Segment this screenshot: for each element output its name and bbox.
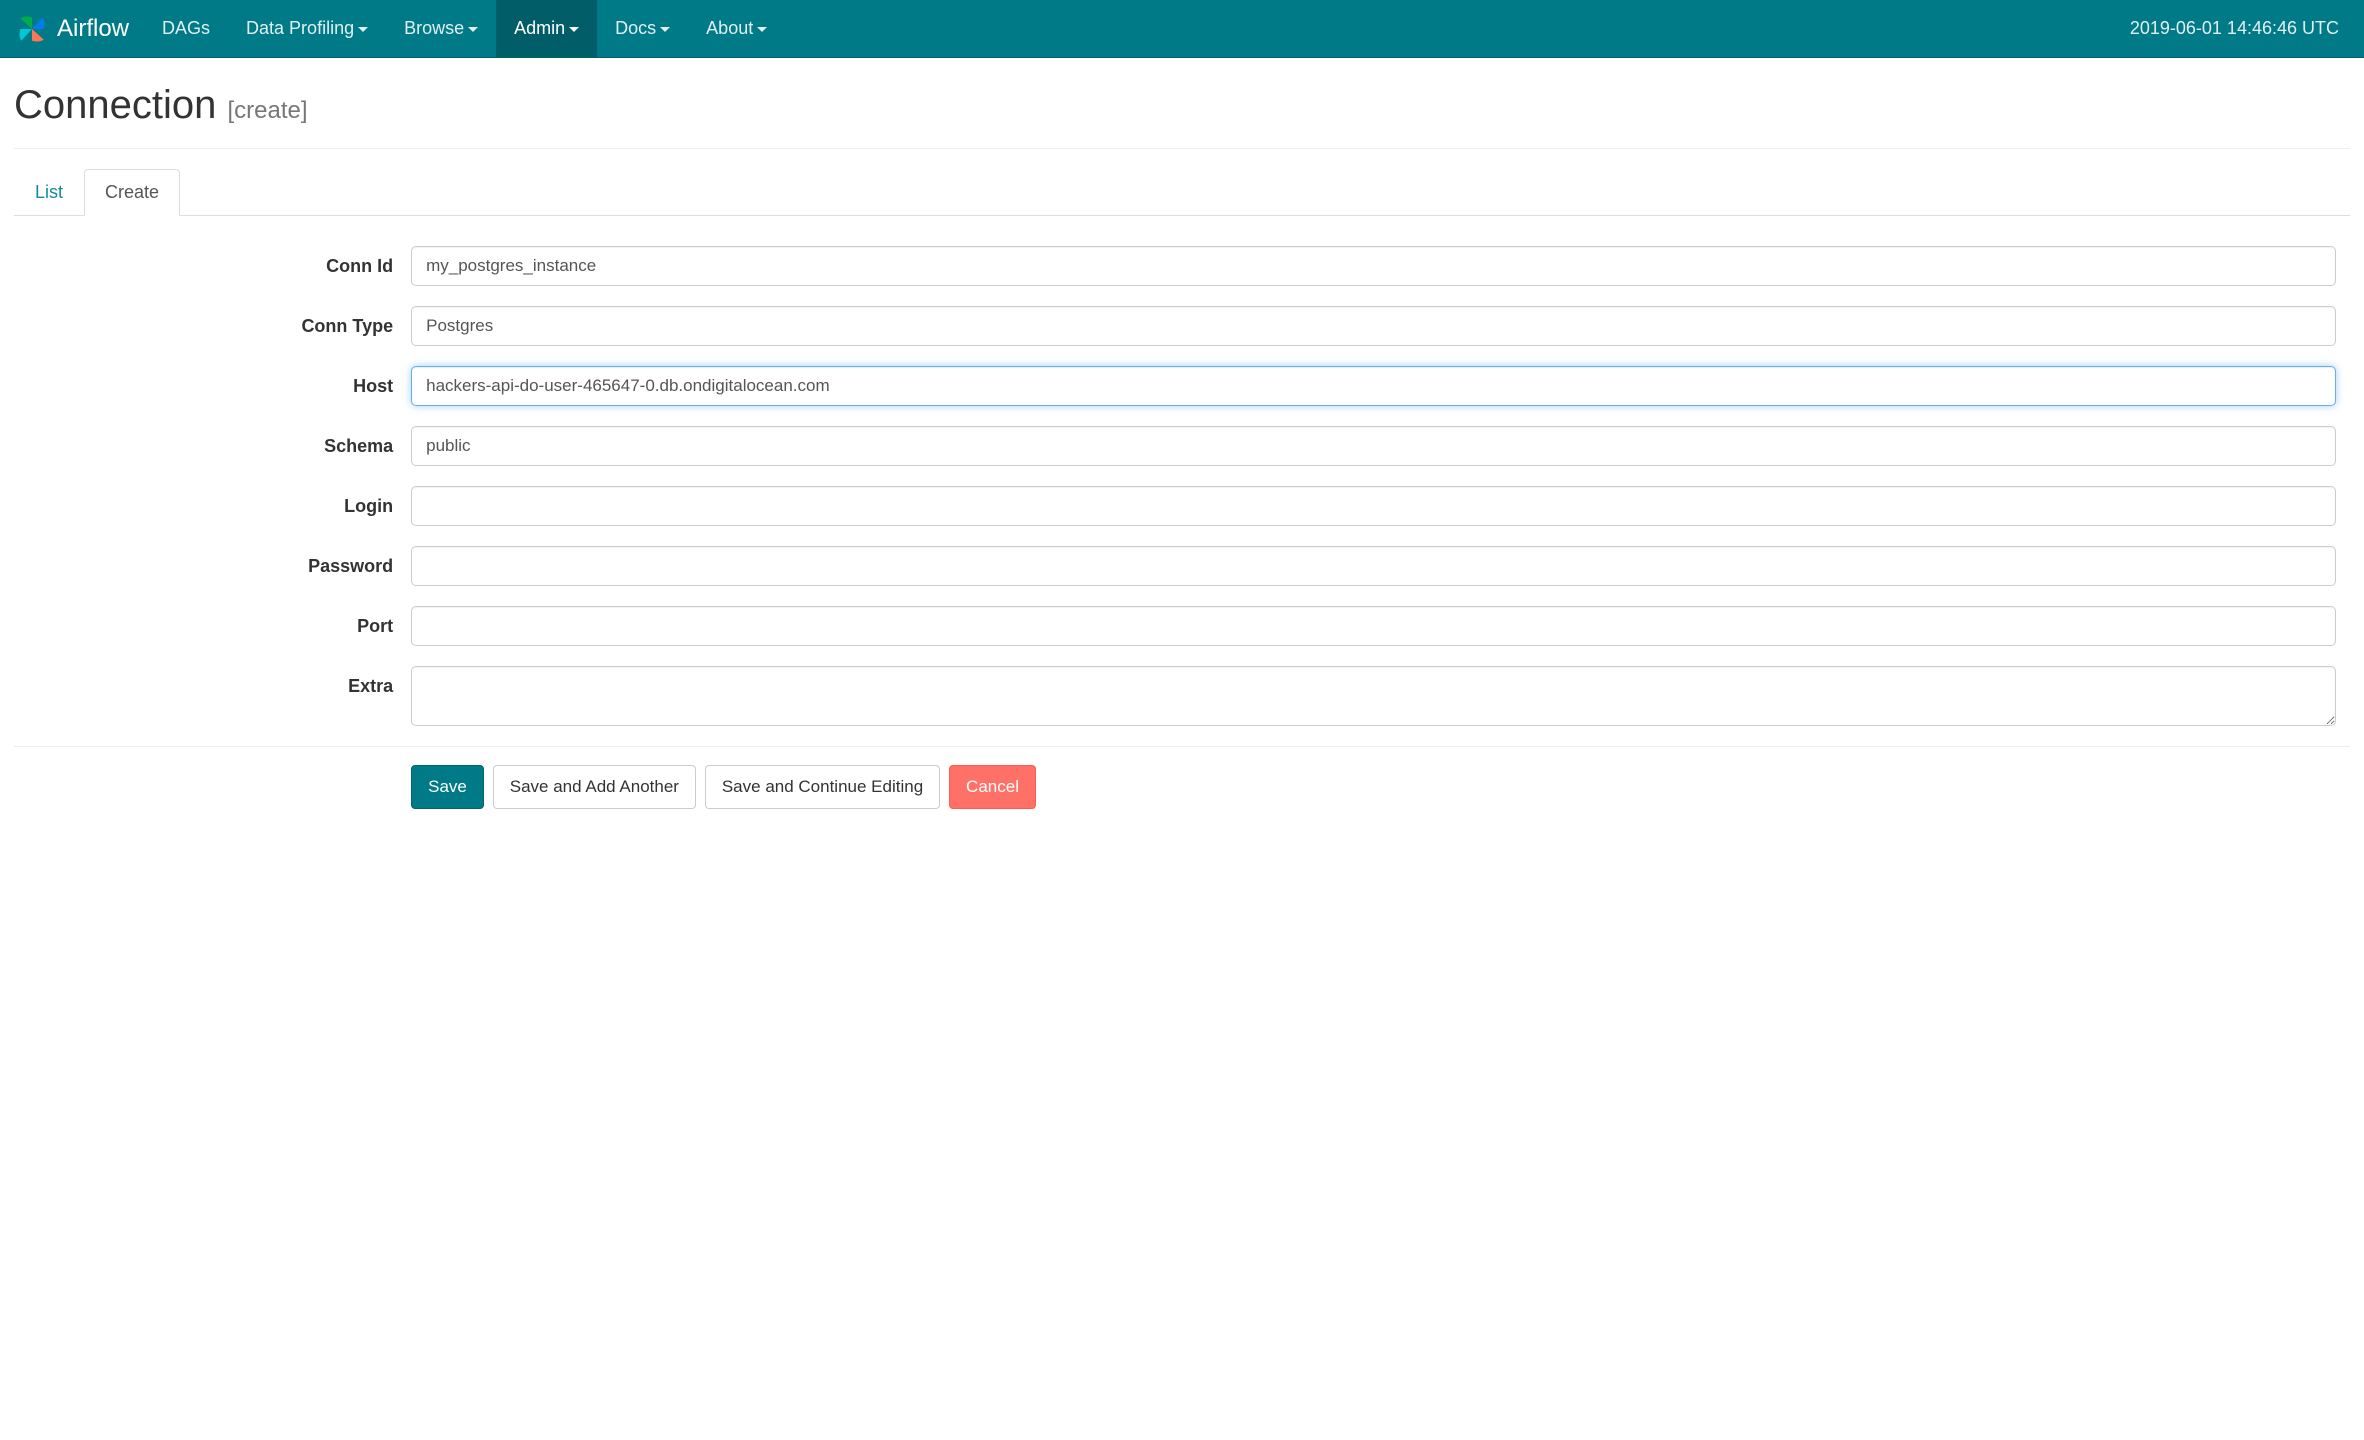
form-group-password: Password xyxy=(14,546,2350,586)
navbar-menu: DAGs Data Profiling Browse Admin Docs Ab… xyxy=(144,0,2120,57)
schema-input[interactable] xyxy=(411,426,2336,466)
host-input[interactable] xyxy=(411,366,2336,406)
clock: 2019-06-01 14:46:46 UTC xyxy=(2120,18,2349,39)
nav-item-browse[interactable]: Browse xyxy=(386,0,496,57)
label-password: Password xyxy=(14,556,411,577)
form-group-schema: Schema xyxy=(14,426,2350,466)
chevron-down-icon xyxy=(660,27,670,32)
chevron-down-icon xyxy=(569,27,579,32)
navbar: Airflow DAGs Data Profiling Browse Admin… xyxy=(0,0,2364,58)
brand-link[interactable]: Airflow xyxy=(15,12,144,46)
login-input[interactable] xyxy=(411,486,2336,526)
form-group-conn-type: Conn Type xyxy=(14,306,2350,346)
label-conn-id: Conn Id xyxy=(14,256,411,277)
label-extra: Extra xyxy=(14,666,411,697)
nav-item-about[interactable]: About xyxy=(688,0,785,57)
page-title: Connection [create] xyxy=(14,83,2350,128)
divider xyxy=(14,148,2350,149)
nav-label: Data Profiling xyxy=(246,18,354,38)
page-subtitle: [create] xyxy=(228,97,308,124)
chevron-down-icon xyxy=(757,27,767,32)
label-conn-type: Conn Type xyxy=(14,316,411,337)
airflow-logo-icon xyxy=(15,12,49,46)
extra-textarea[interactable] xyxy=(411,666,2336,726)
nav-label: Admin xyxy=(514,18,565,38)
connection-form: Conn Id Conn Type Host Schema Login xyxy=(14,246,2350,809)
tab-create[interactable]: Create xyxy=(84,169,180,216)
nav-item-data-profiling[interactable]: Data Profiling xyxy=(228,0,386,57)
label-schema: Schema xyxy=(14,436,411,457)
page-title-text: Connection xyxy=(14,83,216,127)
tabs: List Create xyxy=(14,169,2350,216)
form-group-host: Host xyxy=(14,366,2350,406)
nav-item-dags[interactable]: DAGs xyxy=(144,0,228,57)
conn-type-select[interactable] xyxy=(411,306,2336,346)
tab-label: List xyxy=(35,182,63,202)
label-login: Login xyxy=(14,496,411,517)
nav-label: DAGs xyxy=(162,18,210,38)
nav-item-admin[interactable]: Admin xyxy=(496,0,597,57)
form-group-port: Port xyxy=(14,606,2350,646)
form-actions: Save Save and Add Another Save and Conti… xyxy=(14,746,2350,809)
tab-list[interactable]: List xyxy=(14,169,84,216)
form-group-login: Login xyxy=(14,486,2350,526)
label-port: Port xyxy=(14,616,411,637)
brand-text: Airflow xyxy=(57,15,129,43)
nav-label: Docs xyxy=(615,18,656,38)
save-button[interactable]: Save xyxy=(411,765,484,809)
port-input[interactable] xyxy=(411,606,2336,646)
label-host: Host xyxy=(14,376,411,397)
nav-label: About xyxy=(706,18,753,38)
tab-label: Create xyxy=(105,182,159,202)
main-container: Connection [create] List Create Conn Id … xyxy=(0,58,2364,834)
chevron-down-icon xyxy=(468,27,478,32)
password-input[interactable] xyxy=(411,546,2336,586)
save-continue-editing-button[interactable]: Save and Continue Editing xyxy=(705,765,940,809)
nav-item-docs[interactable]: Docs xyxy=(597,0,688,57)
chevron-down-icon xyxy=(358,27,368,32)
form-group-conn-id: Conn Id xyxy=(14,246,2350,286)
conn-id-input[interactable] xyxy=(411,246,2336,286)
nav-label: Browse xyxy=(404,18,464,38)
form-group-extra: Extra xyxy=(14,666,2350,726)
cancel-button[interactable]: Cancel xyxy=(949,765,1036,809)
save-add-another-button[interactable]: Save and Add Another xyxy=(493,765,696,809)
